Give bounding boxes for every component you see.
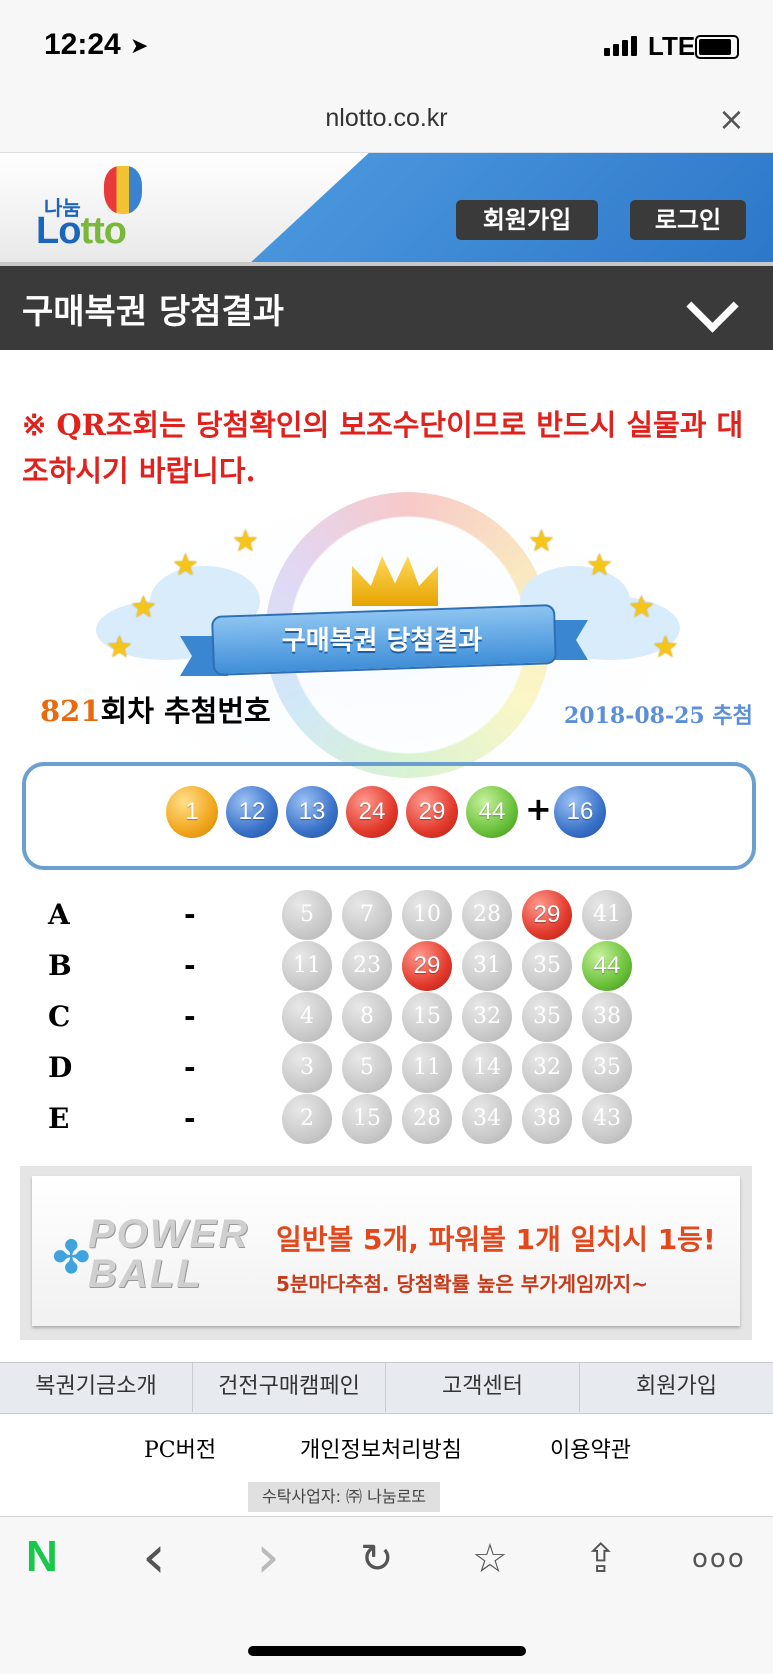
star-icon: ★ <box>628 590 655 625</box>
footer-nav-support[interactable]: 고객센터 <box>386 1362 580 1412</box>
close-icon[interactable]: × <box>718 100 745 138</box>
game-ball: 32 <box>462 992 512 1042</box>
game-label: E <box>48 1102 70 1135</box>
matched-ball: 44 <box>582 941 632 991</box>
game-ball: 34 <box>462 1094 512 1144</box>
matched-ball: 29 <box>402 941 452 991</box>
back-icon[interactable]: ‹ <box>142 1522 166 1592</box>
clover-icon: ✤ <box>52 1230 91 1284</box>
ribbon-text: 구매복권 당첨결과 <box>281 626 483 656</box>
game-ball: 5 <box>282 890 332 940</box>
game-ball: 4 <box>282 992 332 1042</box>
status-time: 12:24 <box>44 28 121 61</box>
matched-ball: 29 <box>522 890 572 940</box>
battery-icon <box>695 35 739 59</box>
game-ball: 3 <box>282 1043 332 1093</box>
round-number: 821 <box>40 694 101 728</box>
game-ball: 14 <box>462 1043 512 1093</box>
plus-sign: + <box>525 790 552 828</box>
game-ball: 35 <box>522 941 572 991</box>
game-label: A <box>48 898 70 931</box>
game-ball: 10 <box>402 890 452 940</box>
login-button[interactable]: 로그인 <box>630 200 746 240</box>
game-ball: 11 <box>402 1043 452 1093</box>
ad-subtext: 5분마다추첨. 당첨확률 높은 부가게임까지~ <box>276 1272 648 1296</box>
forward-icon[interactable]: › <box>256 1522 280 1592</box>
network-type: LTE <box>648 31 696 61</box>
star-icon: ★ <box>106 630 133 665</box>
game-ball: 32 <box>522 1043 572 1093</box>
star-icon: ★ <box>586 548 613 583</box>
game-ball: 8 <box>342 992 392 1042</box>
join-button[interactable]: 회원가입 <box>456 200 598 240</box>
game-ball: 35 <box>582 1043 632 1093</box>
footer-nav-fund[interactable]: 복권기금소개 <box>0 1362 193 1412</box>
game-ball: 7 <box>342 890 392 940</box>
bonus-ball: 16 <box>554 786 606 838</box>
game-ball: 28 <box>462 890 512 940</box>
page-title: 구매복권 당첨결과 <box>22 292 285 332</box>
game-label: D <box>48 1051 73 1084</box>
winning-ball: 44 <box>466 786 518 838</box>
pc-version-link[interactable]: PC버전 <box>144 1432 216 1464</box>
game-ball: 28 <box>402 1094 452 1144</box>
game-ball: 5 <box>342 1043 392 1093</box>
winning-ball: 12 <box>226 786 278 838</box>
footer-nav-campaign[interactable]: 건전구매캠페인 <box>193 1362 386 1412</box>
lotto-bag-icon <box>104 166 142 214</box>
game-result: - <box>184 949 196 982</box>
game-result: - <box>184 898 196 931</box>
game-ball: 38 <box>522 1094 572 1144</box>
ad-headline: 일반볼 5개, 파워볼 1개 일치시 1등! <box>276 1223 716 1256</box>
star-icon: ★ <box>232 524 259 559</box>
game-ball: 15 <box>402 992 452 1042</box>
site-logo[interactable]: Lotto <box>36 210 127 253</box>
star-icon: ★ <box>130 590 157 625</box>
winning-ball: 13 <box>286 786 338 838</box>
bookmark-icon[interactable]: ☆ <box>472 1536 508 1582</box>
star-icon: ★ <box>528 524 555 559</box>
game-ball: 35 <box>522 992 572 1042</box>
share-icon[interactable]: ⇪ <box>584 1536 618 1582</box>
qr-notice: ※ QR조회는 당첨확인의 보조수단이므로 반드시 실물과 대조하시기 바랍니다… <box>22 408 744 488</box>
game-ball: 31 <box>462 941 512 991</box>
home-indicator <box>248 1646 526 1656</box>
game-ball: 43 <box>582 1094 632 1144</box>
trustee-badge: 수탁사업자: ㈜ 나눔로또 <box>248 1482 440 1512</box>
game-label: B <box>48 949 72 982</box>
signal-icon <box>604 36 640 56</box>
terms-link[interactable]: 이용약관 <box>550 1432 631 1464</box>
game-ball: 2 <box>282 1094 332 1144</box>
game-result: - <box>184 1000 196 1033</box>
location-icon: ➤ <box>130 34 149 59</box>
round-title: 821회차 추첨번호 <box>40 694 271 728</box>
privacy-policy-link[interactable]: 개인정보처리방침 <box>300 1432 462 1464</box>
game-ball: 41 <box>582 890 632 940</box>
star-icon: ★ <box>652 630 679 665</box>
draw-date: 2018-08-25 추첨 <box>564 703 753 729</box>
url-text[interactable]: nlotto.co.kr <box>0 104 773 133</box>
footer-nav-join[interactable]: 회원가입 <box>580 1362 773 1412</box>
more-icon[interactable]: ooo <box>692 1544 746 1574</box>
game-label: C <box>48 1000 71 1033</box>
game-ball: 23 <box>342 941 392 991</box>
game-result: - <box>184 1102 196 1135</box>
naver-icon[interactable]: N <box>26 1532 58 1582</box>
game-result: - <box>184 1051 196 1084</box>
game-ball: 11 <box>282 941 332 991</box>
game-ball: 15 <box>342 1094 392 1144</box>
star-icon: ★ <box>172 548 199 583</box>
game-ball: 38 <box>582 992 632 1042</box>
winning-ball: 1 <box>166 786 218 838</box>
winning-ball: 24 <box>346 786 398 838</box>
winning-ball: 29 <box>406 786 458 838</box>
refresh-icon[interactable]: ↻ <box>360 1536 394 1582</box>
powerball-logo: POWER BALL <box>88 1212 250 1296</box>
